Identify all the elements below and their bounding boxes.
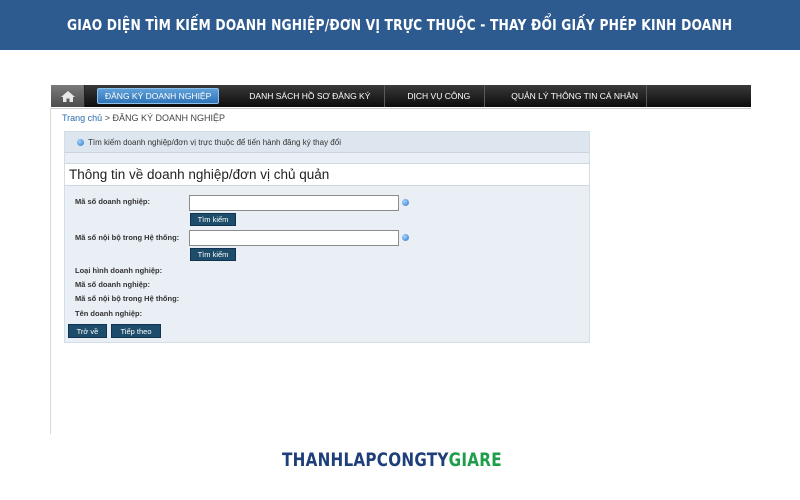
panel-hint-text: Tìm kiếm doanh nghiệp/đơn vị trực thuộc … [88,137,341,147]
breadcrumb-current: ĐĂNG KÝ DOANH NGHIỆP [112,113,225,123]
nav-tab-dich-vu-cong[interactable]: DỊCH VỤ CÔNG [385,85,486,107]
home-icon [60,90,75,102]
nav-tab-danh-sach-ho-so[interactable]: DANH SÁCH HỒ SƠ ĐĂNG KÝ [229,85,386,107]
breadcrumb: Trang chủ > ĐĂNG KÝ DOANH NGHIỆP [62,113,225,123]
info-dot-icon [402,234,409,241]
header-divider [51,108,751,109]
nav-tab-quan-ly-thong-tin[interactable]: QUẢN LÝ THÔNG TIN CÁ NHÂN [485,85,647,107]
panel-hint: Tìm kiếm doanh nghiệp/đơn vị trực thuộc … [65,132,589,153]
next-button[interactable]: Tiếp theo [111,324,161,338]
field-label-ma-so-doanh-nghiep: Mã số doanh nghiệp: [75,197,150,206]
main-navbar: ĐĂNG KÝ DOANH NGHIỆP DANH SÁCH HỒ SƠ ĐĂN… [51,85,751,107]
search-panel: Tìm kiếm doanh nghiệp/đơn vị trực thuộc … [64,131,590,343]
brand-name-part1: THANHLAPCONGTY [282,449,449,471]
home-button[interactable] [51,85,85,107]
ma-so-doanh-nghiep-input[interactable] [189,195,399,211]
ma-so-noi-bo-input[interactable] [189,230,399,246]
info-label-loai-hinh: Loại hình doanh nghiệp: [75,266,163,275]
info-label-ma-so-noi-bo: Mã số nội bộ trong Hệ thống: [75,294,180,303]
section-title: Thông tin về doanh nghiệp/đơn vị chủ quả… [65,163,589,186]
brand-name-part2: GIARE [448,449,502,471]
frame-border [50,108,51,434]
breadcrumb-separator: > [102,113,113,123]
info-label-ten-dn: Tên doanh nghiệp: [75,309,143,318]
bullet-icon [77,138,84,146]
brand-name: THANHLAPCONGTYGIARE [282,449,502,471]
top-banner: GIAO DIỆN TÌM KIẾM DOANH NGHIỆP/ĐƠN VỊ T… [0,0,800,50]
breadcrumb-home-link[interactable]: Trang chủ [62,113,102,123]
back-button[interactable]: Trở về [68,324,107,338]
brand-logo: S THANHLAPCONGTYGIARE [278,428,518,492]
search-button-1[interactable]: Tìm kiếm [190,213,236,226]
nav-tab-dang-ky-doanh-nghiep[interactable]: ĐĂNG KÝ DOANH NGHIỆP [97,88,220,104]
field-label-ma-so-noi-bo: Mã số nội bộ trong Hệ thống: [75,233,180,242]
info-dot-icon [402,199,409,206]
banner-title: GIAO DIỆN TÌM KIẾM DOANH NGHIỆP/ĐƠN VỊ T… [67,16,733,34]
info-label-ma-so-dn: Mã số doanh nghiệp: [75,280,150,289]
search-button-2[interactable]: Tìm kiếm [190,248,236,261]
